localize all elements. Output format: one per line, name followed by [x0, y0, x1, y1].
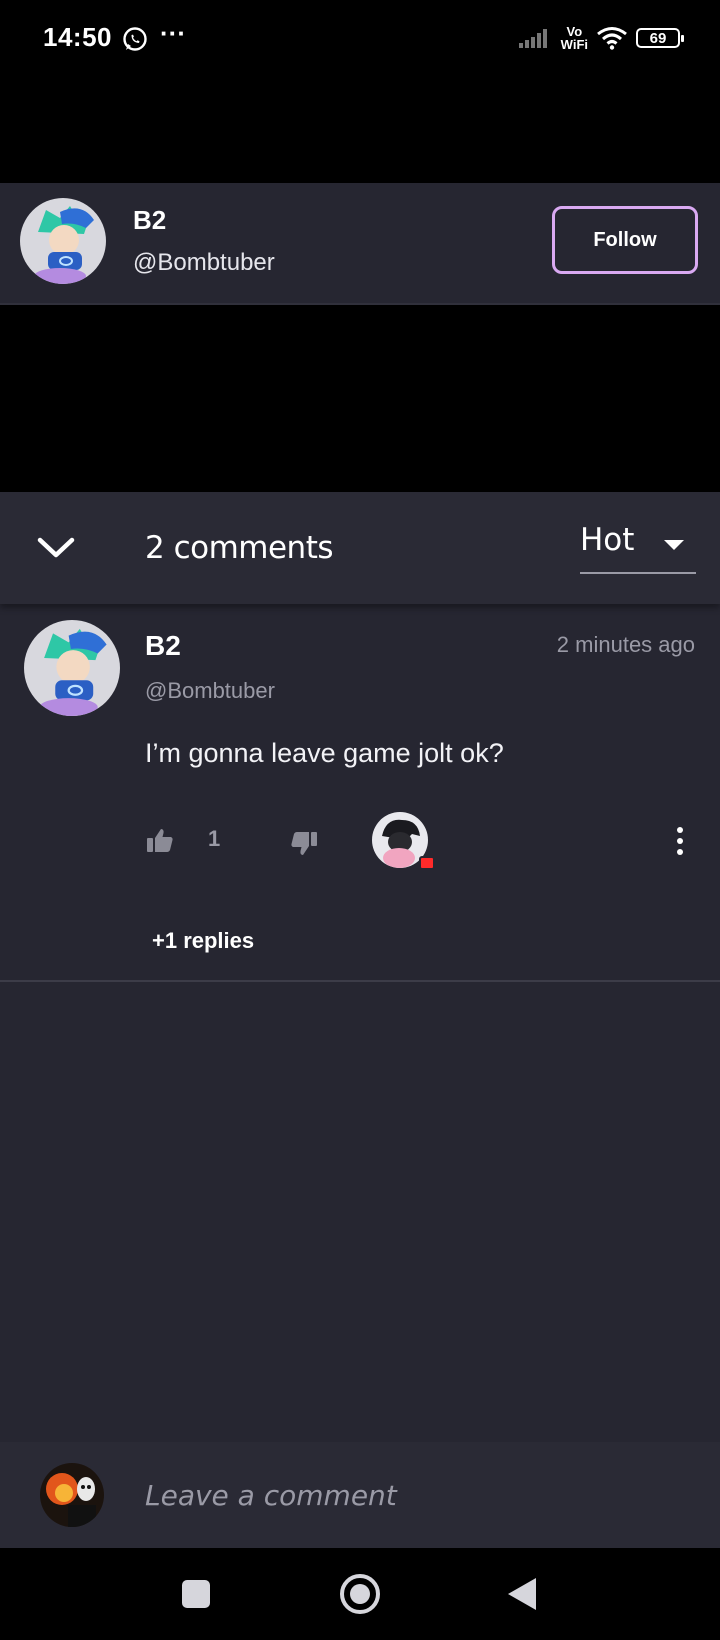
- comment-avatar[interactable]: [24, 620, 120, 716]
- current-user-avatar: [40, 1463, 104, 1527]
- battery-indicator: 69: [636, 28, 684, 48]
- wifi-icon: [597, 27, 627, 50]
- signal-icon: [518, 29, 547, 48]
- back-button[interactable]: [508, 1578, 536, 1610]
- comment-timestamp: 2 minutes ago: [556, 632, 695, 657]
- recents-button[interactable]: [182, 1580, 210, 1608]
- profile-name[interactable]: B2: [133, 205, 166, 236]
- like-count: 1: [208, 826, 221, 851]
- comments-count: 2 comments: [145, 530, 334, 566]
- status-overflow: ···: [160, 18, 186, 48]
- comments-header: 2 comments Hot: [0, 492, 720, 604]
- sort-select[interactable]: Hot: [580, 522, 696, 574]
- caret-down-icon: [664, 540, 684, 550]
- thumbs-up-icon[interactable]: [146, 826, 174, 854]
- comment-item: B2 @Bombtuber 2 minutes ago I’m gonna le…: [0, 620, 720, 982]
- sort-value: Hot: [580, 522, 635, 558]
- replies-link[interactable]: +1 replies: [152, 928, 254, 954]
- profile-avatar[interactable]: [20, 198, 106, 284]
- thumbs-down-icon[interactable]: [290, 830, 318, 858]
- whatsapp-icon: [123, 27, 147, 51]
- comment-input[interactable]: [145, 1472, 685, 1518]
- chevron-down-icon[interactable]: [36, 528, 76, 568]
- profile-handle[interactable]: @Bombtuber: [133, 249, 275, 277]
- status-system-icons: Vo WiFi 69: [518, 22, 684, 54]
- comment-handle[interactable]: @Bombtuber: [145, 678, 275, 704]
- comment-author[interactable]: B2: [145, 630, 181, 662]
- vowifi-indicator: Vo WiFi: [560, 24, 588, 52]
- home-button[interactable]: [340, 1574, 380, 1614]
- profile-bar: B2 @Bombtuber Follow: [0, 183, 720, 305]
- comment-input-bar: [0, 1442, 720, 1548]
- follow-button[interactable]: Follow: [552, 206, 698, 274]
- status-time: 14:50: [43, 22, 112, 52]
- status-bar: 14:50 ··· Vo WiFi 69: [0, 0, 720, 80]
- more-vertical-icon[interactable]: [672, 826, 688, 856]
- system-nav-bar: [0, 1548, 720, 1640]
- comment-body: I’m gonna leave game jolt ok?: [145, 738, 504, 768]
- comments-panel: 2 comments Hot B2 @Bombtuber 2 minutes a…: [0, 492, 720, 1548]
- creator-badge: [419, 856, 435, 870]
